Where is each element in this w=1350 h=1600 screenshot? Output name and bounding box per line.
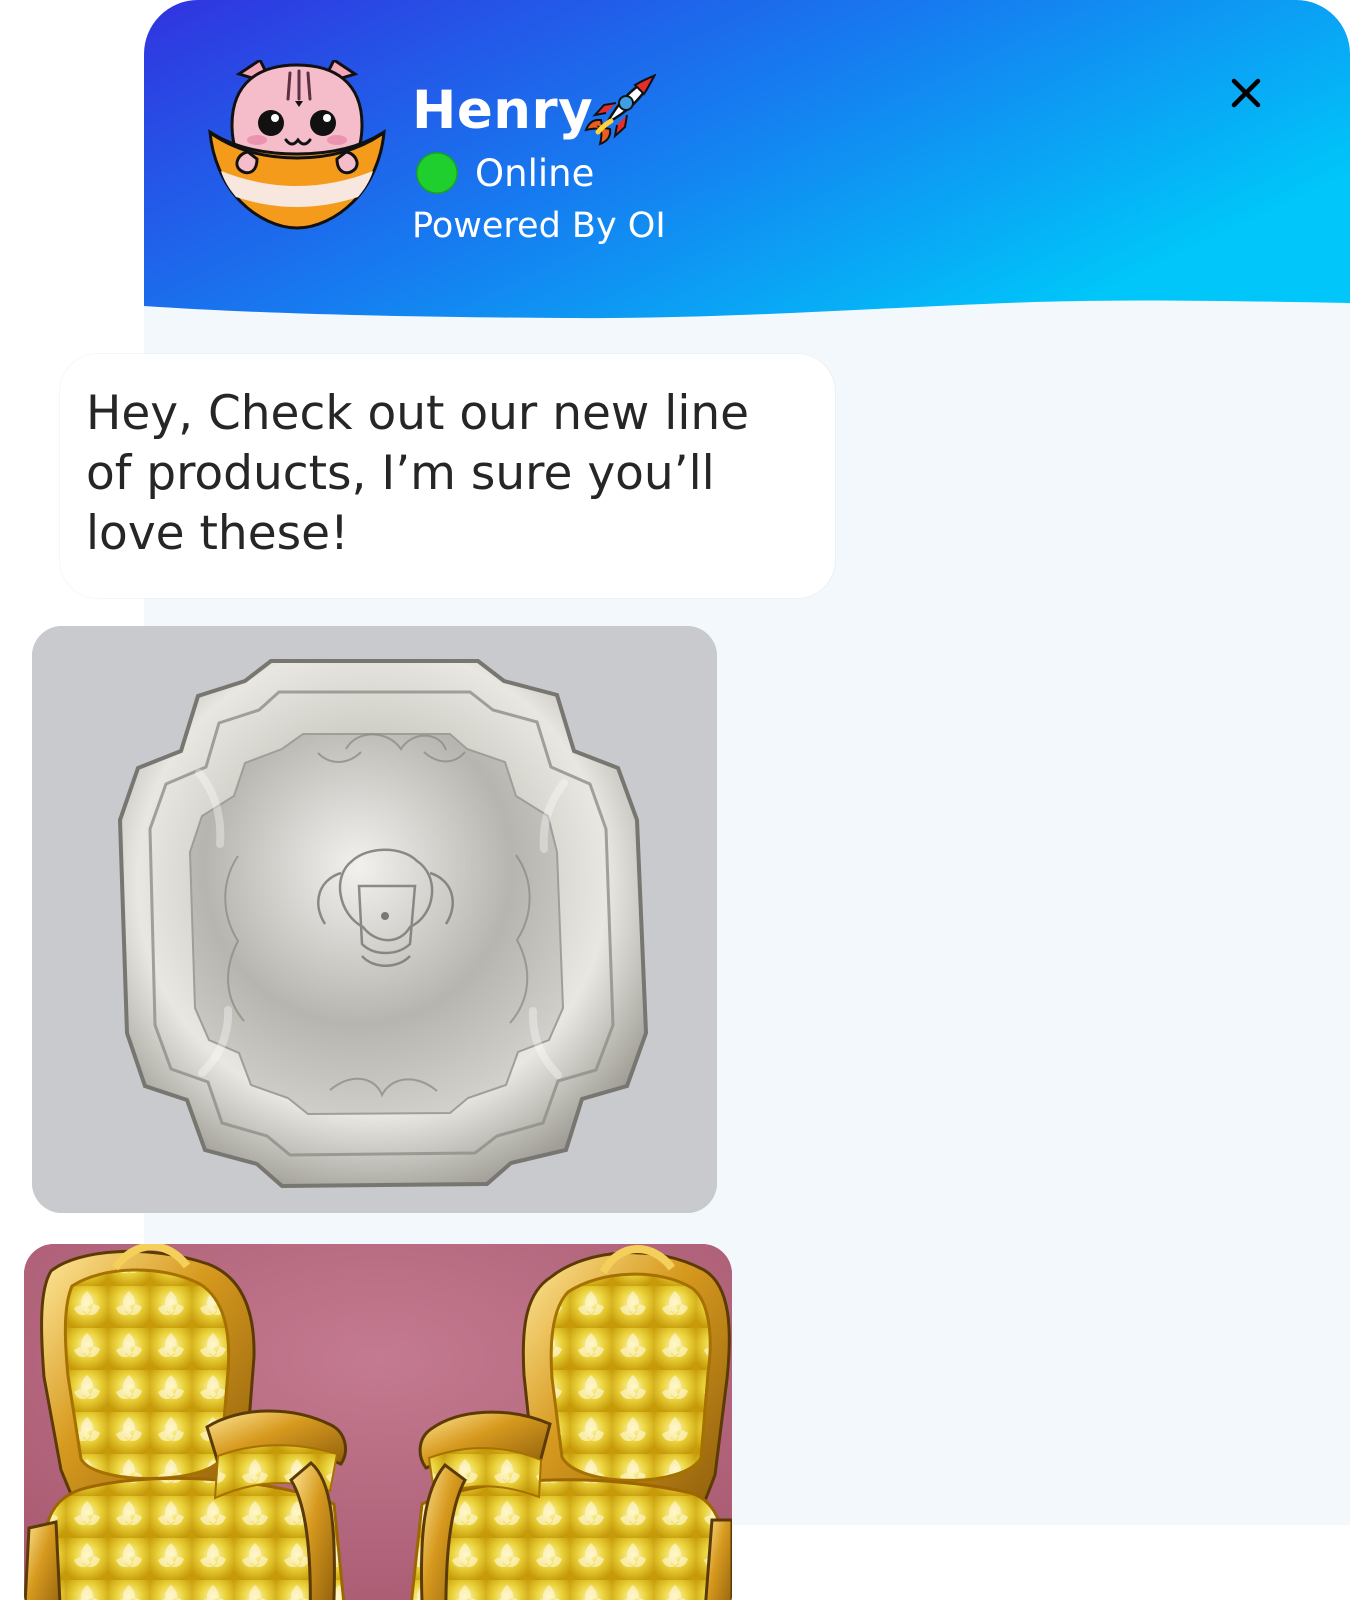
close-button[interactable] [1217, 64, 1275, 122]
powered-by-text: Powered By OI [412, 206, 666, 246]
silver-tray-image [32, 626, 717, 1213]
online-status-text: Online [475, 152, 595, 195]
product-card-silver-tray[interactable] [32, 626, 717, 1213]
rocket-icon [584, 74, 656, 146]
bot-message-bubble: Hey, Check out our new line of products,… [60, 354, 835, 598]
chat-header: Henry Online Powered By OI [144, 0, 1350, 330]
online-status-dot [416, 152, 458, 194]
agent-name: Henry [412, 80, 594, 141]
close-icon [1231, 78, 1261, 108]
gilded-armchairs-image [24, 1244, 732, 1600]
bot-message-text: Hey, Check out our new line of products,… [86, 386, 750, 561]
chat-widget-stage: Henry Online Powered By OI Hey, Check ou… [0, 0, 1350, 1600]
cat-in-bowl-avatar [208, 60, 386, 230]
product-card-gilded-armchairs[interactable] [24, 1244, 732, 1600]
